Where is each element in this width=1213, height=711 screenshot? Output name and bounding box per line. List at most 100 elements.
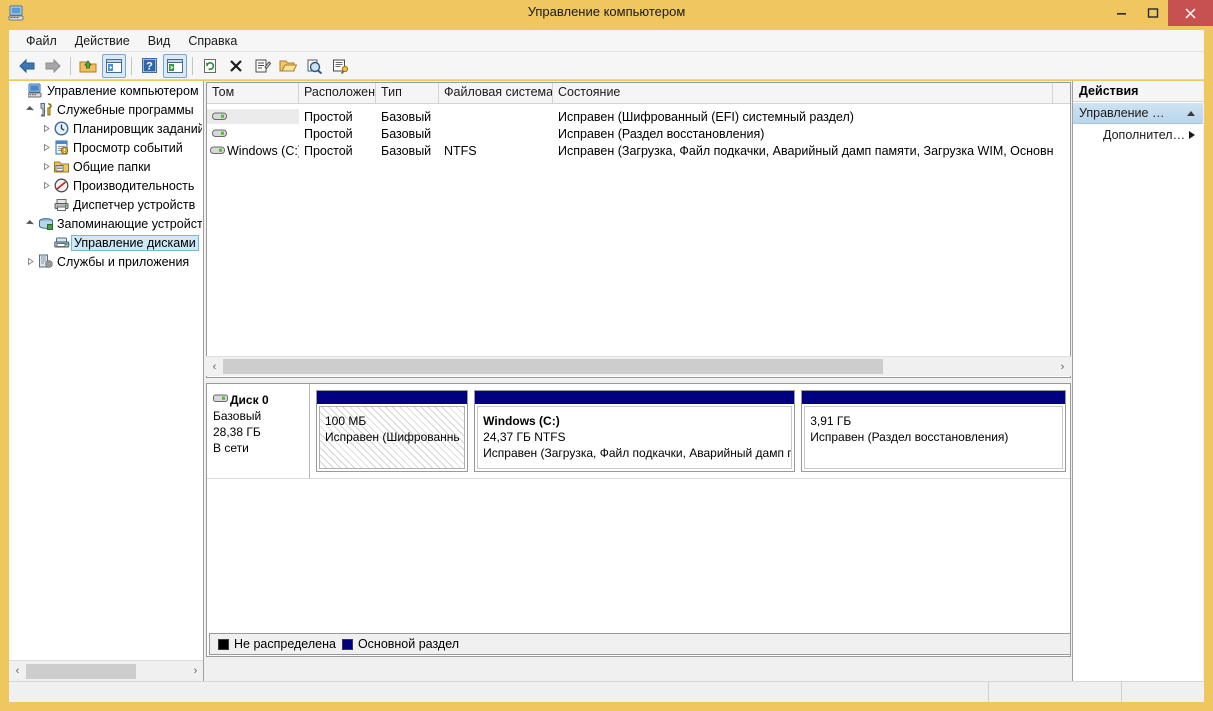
legend-label: Основной раздел <box>357 637 460 651</box>
tree-horizontal-scrollbar[interactable]: ‹ › <box>9 660 203 681</box>
scroll-right-arrow[interactable]: › <box>1054 358 1071 375</box>
sidebar-item-task-scheduler[interactable]: Планировщик заданий <box>9 119 203 138</box>
performance-icon <box>53 178 70 194</box>
actions-selected-item[interactable]: Управление … <box>1073 102 1203 124</box>
tree-expander[interactable] <box>39 122 53 136</box>
submenu-arrow-icon[interactable] <box>1189 131 1195 139</box>
menu-view[interactable]: Вид <box>139 32 180 50</box>
volume-list-horizontal-scrollbar[interactable]: ‹ › <box>206 356 1071 376</box>
disk0-recovery-partition[interactable]: 3,91 ГБ Исправен (Раздел восстановления) <box>801 390 1066 472</box>
cell-type: Базовый <box>381 109 432 124</box>
delete-icon[interactable] <box>224 54 248 78</box>
main-content: Управление компьютером (л Служебные прог… <box>9 81 1204 681</box>
scroll-left-arrow[interactable]: ‹ <box>9 663 26 680</box>
tree-expander[interactable] <box>39 160 53 174</box>
sidebar-item-services-and-applications[interactable]: Службы и приложения <box>9 252 203 271</box>
partition-size: 100 МБ <box>325 414 367 428</box>
disk0-efi-partition[interactable]: 100 МБ Исправен (Шифрованнь <box>316 390 469 472</box>
actions-item-more[interactable]: Дополнител… <box>1073 124 1203 146</box>
event-viewer-icon <box>53 140 70 156</box>
menu-action[interactable]: Действие <box>66 32 139 50</box>
cell-volume: Windows (C:) <box>207 144 299 158</box>
status-segment-main <box>9 682 989 703</box>
sidebar-item-label: Планировщик заданий <box>73 121 202 136</box>
table-row[interactable]: Простой Базовый Исправен (Раздел восстан… <box>207 125 1070 142</box>
tools-icon <box>37 102 54 118</box>
legend-swatch-unallocated <box>218 638 229 650</box>
tree-expander[interactable] <box>39 141 53 155</box>
scroll-thumb[interactable] <box>26 663 136 679</box>
open-icon[interactable] <box>276 54 300 78</box>
disk-icon <box>213 392 228 408</box>
column-header-status[interactable]: Состояние <box>553 83 1053 103</box>
sidebar-item-device-manager[interactable]: Диспетчер устройств <box>9 195 203 214</box>
tree-expander[interactable] <box>23 217 37 231</box>
minimize-button[interactable] <box>1106 0 1137 26</box>
disk-name: Диск 0 <box>213 392 303 408</box>
volume-drive-icon <box>210 145 225 156</box>
partition-size: 3,91 ГБ <box>810 414 852 428</box>
cell-layout: Простой <box>304 126 353 141</box>
tree-expander[interactable] <box>39 179 53 193</box>
rescan-disks-icon[interactable] <box>302 54 326 78</box>
legend-item-unallocated: Не распределена <box>218 637 336 651</box>
show-hide-console-tree-icon[interactable] <box>102 53 126 78</box>
toolbar-separator <box>192 56 193 75</box>
refresh-icon[interactable] <box>198 54 222 78</box>
sidebar-item-performance[interactable]: Производительность <box>9 176 203 195</box>
tree-expander[interactable] <box>23 255 37 269</box>
disk-state: В сети <box>213 441 249 455</box>
disk-name-label: Диск 0 <box>230 393 269 407</box>
status-bar <box>9 681 1204 703</box>
column-header-layout[interactable]: Расположение <box>299 83 376 103</box>
disk-partitions: 100 МБ Исправен (Шифрованнь Windows (C:)… <box>310 384 1070 478</box>
menu-help[interactable]: Справка <box>179 32 246 50</box>
scroll-track[interactable] <box>223 359 1054 374</box>
status-segment-two <box>989 682 1122 703</box>
disk0-windows-partition[interactable]: Windows (C:) 24,37 ГБ NTFS Исправен (Заг… <box>474 390 796 472</box>
title-bar: Управление компьютером <box>0 0 1213 26</box>
scroll-track[interactable] <box>26 663 187 679</box>
properties-icon[interactable] <box>250 54 274 78</box>
sidebar-item-computer-management[interactable]: Управление компьютером (л <box>9 81 203 100</box>
create-vhd-icon[interactable] <box>328 54 352 78</box>
maximize-button[interactable] <box>1137 0 1168 26</box>
collapse-chevron-icon[interactable] <box>1187 110 1195 116</box>
tree-expander[interactable] <box>23 103 37 117</box>
scroll-thumb[interactable] <box>223 359 883 374</box>
sidebar-item-system-tools[interactable]: Служебные программы <box>9 100 203 119</box>
sidebar-item-label: Общие папки <box>73 159 151 174</box>
scroll-left-arrow[interactable]: ‹ <box>206 358 223 375</box>
sidebar-item-label: Управление дисками <box>71 234 199 251</box>
toolbar-separator <box>131 56 132 75</box>
show-hide-action-pane-icon[interactable] <box>163 53 187 78</box>
up-folder-icon[interactable] <box>76 54 100 78</box>
console-tree: Управление компьютером (л Служебные прог… <box>9 81 203 659</box>
close-button[interactable] <box>1168 0 1213 26</box>
volume-list-header: Том Расположение Тип Файловая система Со… <box>207 83 1070 104</box>
help-icon[interactable]: ? <box>137 54 161 78</box>
status-segment-three <box>1122 682 1204 703</box>
table-row[interactable]: Windows (C:) Простой Базовый NTFS Исправ… <box>207 142 1070 159</box>
sidebar-item-event-viewer[interactable]: Просмотр событий <box>9 138 203 157</box>
back-icon[interactable] <box>15 54 39 78</box>
table-row[interactable]: Простой Базовый Исправен (Шифрованный (E… <box>207 108 1070 125</box>
sidebar-item-storage[interactable]: Запоминающие устройст <box>9 214 203 233</box>
column-header-filesystem[interactable]: Файловая система <box>439 83 553 103</box>
partition-color-bar <box>317 391 468 404</box>
tree-expander[interactable] <box>13 84 27 98</box>
column-header-type[interactable]: Тип <box>376 83 439 103</box>
partition-status: Исправен (Раздел восстановления) <box>810 430 1009 444</box>
sidebar-item-shared-folders[interactable]: Общие папки <box>9 157 203 176</box>
disk-info-0[interactable]: Диск 0 Базовый 28,38 ГБ В сети <box>207 384 310 478</box>
sidebar-item-disk-management[interactable]: Управление дисками <box>9 233 203 252</box>
cell-filesystem: NTFS <box>444 143 477 158</box>
forward-icon[interactable] <box>41 54 65 78</box>
window-title: Управление компьютером <box>527 4 686 19</box>
column-header-volume[interactable]: Том <box>207 83 299 103</box>
menu-file[interactable]: Файл <box>17 32 66 50</box>
disk-management-icon <box>53 235 70 251</box>
device-manager-icon <box>53 197 70 213</box>
cell-status: Исправен (Раздел восстановления) <box>558 126 765 141</box>
scroll-right-arrow[interactable]: › <box>187 663 203 680</box>
